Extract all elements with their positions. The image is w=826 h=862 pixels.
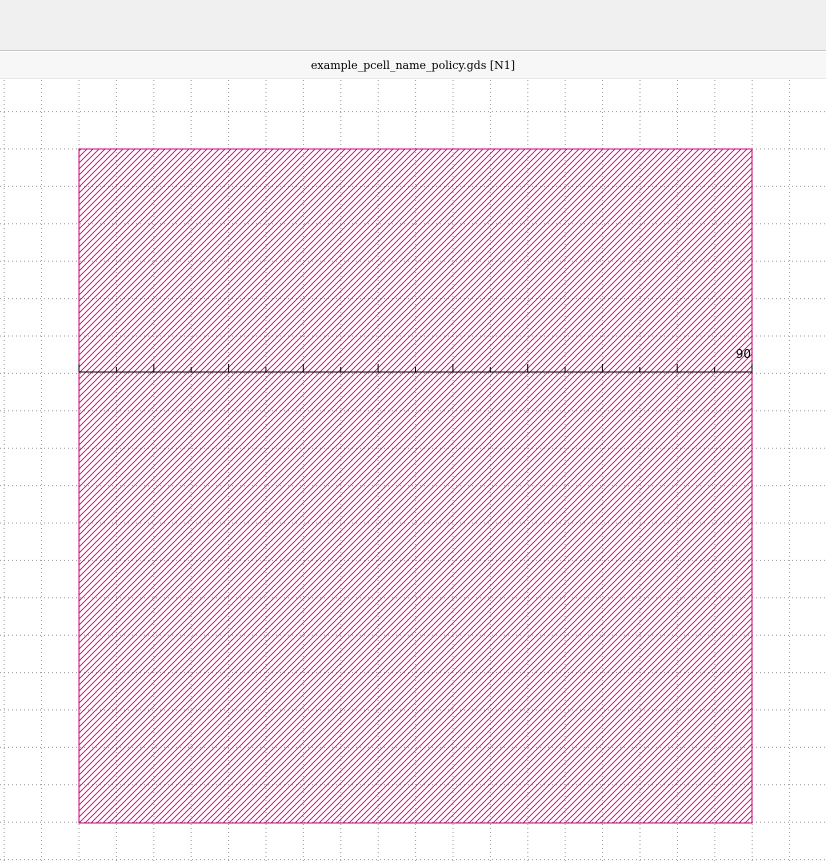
layout-canvas[interactable]: 90 xyxy=(0,80,826,862)
layout-view[interactable]: 90 xyxy=(0,80,826,862)
ruler-label: 90 xyxy=(736,347,751,361)
layout-polygon[interactable] xyxy=(78,148,753,824)
layout-tab-title[interactable]: example_pcell_name_policy.gds [N1] xyxy=(0,52,826,79)
toolbar xyxy=(0,0,826,51)
layout-title-text: example_pcell_name_policy.gds [N1] xyxy=(310,59,516,72)
